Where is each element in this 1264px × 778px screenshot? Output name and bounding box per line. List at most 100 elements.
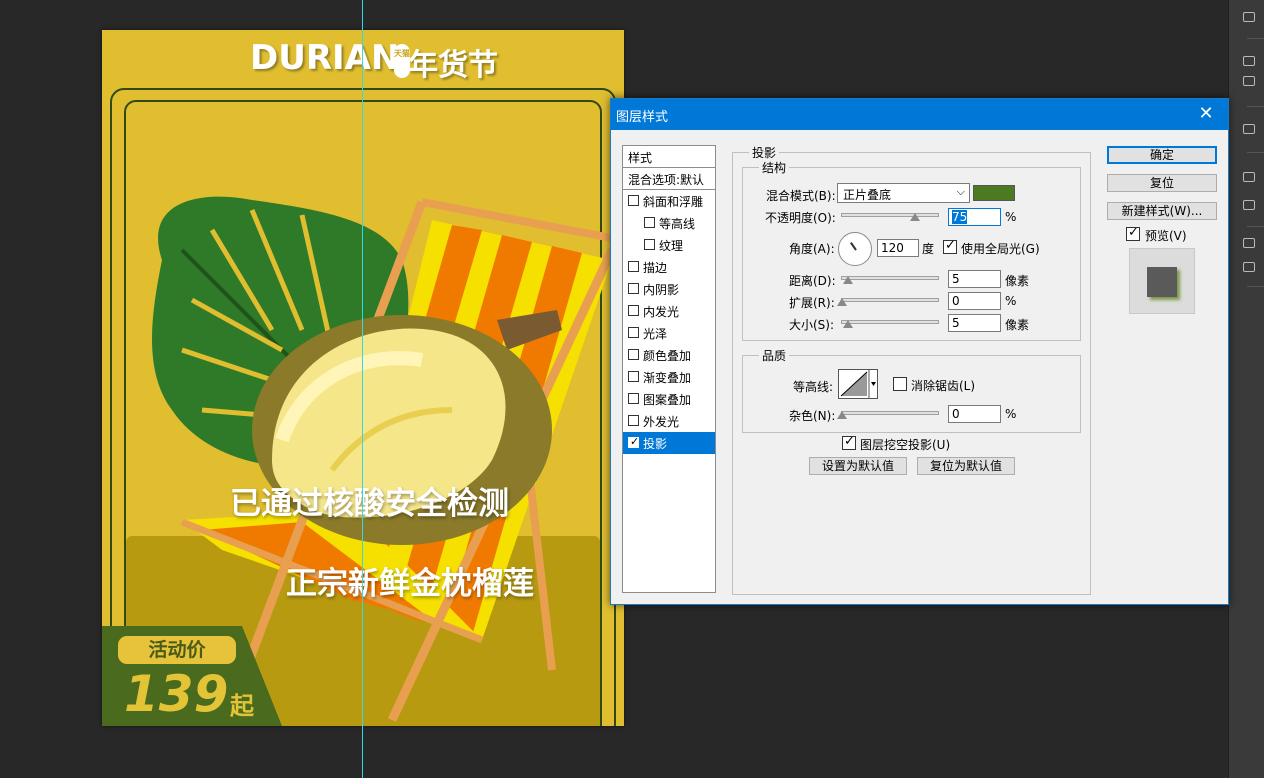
close-icon[interactable]: ✕ xyxy=(1184,99,1228,130)
panel-icon[interactable] xyxy=(1243,124,1255,134)
distance-slider[interactable] xyxy=(841,276,939,280)
style-checkbox[interactable] xyxy=(628,327,639,338)
angle-unit: 度 xyxy=(922,242,935,256)
panel-icon[interactable] xyxy=(1243,56,1255,66)
preview-checkbox[interactable]: ✓ xyxy=(1126,225,1140,241)
blend-options-item[interactable]: 混合选项:默认 xyxy=(623,168,715,190)
distance-slider-thumb[interactable] xyxy=(843,276,853,284)
panel-icon[interactable] xyxy=(1243,262,1255,272)
size-input[interactable]: 5 xyxy=(948,314,1001,332)
opacity-slider[interactable] xyxy=(841,213,939,217)
noise-unit: % xyxy=(1005,407,1017,421)
style-item-label: 投影 xyxy=(643,437,668,451)
panel-icon[interactable] xyxy=(1243,172,1255,182)
style-checkbox[interactable] xyxy=(628,283,639,294)
size-slider-thumb[interactable] xyxy=(843,320,853,328)
set-default-button[interactable]: 设置为默认值 xyxy=(809,457,907,475)
chevron-down-icon: ⌵ xyxy=(956,185,965,198)
knockout-label: 图层挖空投影(U) xyxy=(860,438,951,452)
distance-label: 距离(D): xyxy=(789,274,836,288)
blend-mode-select[interactable]: 正片叠底 ⌵ xyxy=(837,183,970,203)
style-item[interactable]: 渐变叠加 xyxy=(623,366,715,388)
style-item[interactable]: ✓ 投影 xyxy=(623,432,715,454)
style-item[interactable]: 光泽 xyxy=(623,322,715,344)
style-checkbox[interactable] xyxy=(628,371,639,382)
style-checkbox[interactable] xyxy=(628,349,639,360)
style-checkbox[interactable] xyxy=(628,195,639,206)
contour-label: 等高线: xyxy=(793,380,834,394)
style-checkbox[interactable] xyxy=(628,415,639,426)
panel-divider xyxy=(1247,286,1264,287)
ok-button[interactable]: 确定 xyxy=(1107,146,1217,164)
shadow-color-swatch[interactable] xyxy=(973,185,1015,201)
styles-header[interactable]: 样式 xyxy=(623,146,715,168)
style-item[interactable]: 内发光 xyxy=(623,300,715,322)
panel-icon[interactable] xyxy=(1243,238,1255,248)
new-style-button[interactable]: 新建样式(W)... xyxy=(1107,202,1217,220)
style-checkbox[interactable] xyxy=(644,217,655,228)
distance-input[interactable]: 5 xyxy=(948,270,1001,288)
style-checkbox[interactable] xyxy=(628,261,639,272)
opacity-slider-thumb[interactable] xyxy=(910,213,920,221)
style-item[interactable]: 图案叠加 xyxy=(623,388,715,410)
poster-canvas[interactable]: DURIAN 天猫 年货节 已通过核酸安全检测 正宗新鲜金枕榴莲 活动价 139… xyxy=(102,30,624,726)
angle-label: 角度(A): xyxy=(789,242,835,256)
style-checkbox[interactable]: ✓ xyxy=(628,435,640,448)
noise-slider[interactable] xyxy=(841,411,939,415)
preview-square xyxy=(1147,267,1177,297)
spread-label: 扩展(R): xyxy=(789,296,835,310)
photoshop-workspace: DURIAN 天猫 年货节 已通过核酸安全检测 正宗新鲜金枕榴莲 活动价 139… xyxy=(0,0,1264,778)
style-item[interactable]: 外发光 xyxy=(623,410,715,432)
panel-icon[interactable] xyxy=(1243,200,1255,210)
style-checkbox[interactable] xyxy=(628,305,639,316)
opacity-input[interactable]: 75 xyxy=(948,208,1001,226)
style-item-label: 外发光 xyxy=(643,415,680,429)
style-item[interactable]: 描边 xyxy=(623,256,715,278)
style-item[interactable]: 斜面和浮雕 xyxy=(623,190,715,212)
style-item[interactable]: 纹理 xyxy=(623,234,715,256)
style-checkbox[interactable] xyxy=(644,239,655,250)
dialog-titlebar[interactable]: 图层样式 ✕ xyxy=(611,99,1228,130)
style-items: 斜面和浮雕 等高线 纹理 描边 内阴影 内发光 光泽 颜色叠加 渐变叠加 图案叠加 外发光 ✓ 投影 xyxy=(623,190,715,454)
poster-title-en: DURIAN xyxy=(250,38,400,78)
preview-label: 预览(V) xyxy=(1145,229,1187,243)
spread-slider[interactable] xyxy=(841,298,939,302)
style-item[interactable]: 内阴影 xyxy=(623,278,715,300)
checkmark-icon: ✓ xyxy=(844,434,855,449)
global-light-checkbox[interactable]: ✓ xyxy=(943,238,957,254)
spread-slider-thumb[interactable] xyxy=(837,298,847,306)
right-panel-strip xyxy=(1228,0,1264,778)
panel-icon[interactable] xyxy=(1243,76,1255,86)
noise-input[interactable]: 0 xyxy=(948,405,1001,423)
checkmark-icon: ✓ xyxy=(630,435,640,448)
poster-tagline-1: 已通过核酸安全检测 xyxy=(230,486,509,522)
distance-unit: 像素 xyxy=(1005,274,1030,288)
angle-dial[interactable] xyxy=(838,232,872,266)
contour-picker[interactable] xyxy=(838,369,878,399)
guide-line[interactable] xyxy=(362,0,363,778)
style-checkbox[interactable] xyxy=(628,393,639,404)
panel-icon[interactable] xyxy=(1243,12,1255,22)
knockout-checkbox[interactable]: ✓ xyxy=(842,434,856,450)
style-item-label: 光泽 xyxy=(643,327,668,341)
noise-slider-thumb[interactable] xyxy=(837,411,847,419)
noise-label: 杂色(N): xyxy=(789,409,836,423)
size-slider[interactable] xyxy=(841,320,939,324)
style-item[interactable]: 等高线 xyxy=(623,212,715,234)
style-item-label: 内阴影 xyxy=(643,283,680,297)
reset-default-button[interactable]: 复位为默认值 xyxy=(917,457,1015,475)
poster-tagline-2: 正宗新鲜金枕榴莲 xyxy=(286,566,534,602)
blend-mode-value: 正片叠底 xyxy=(843,188,892,202)
quality-label: 品质 xyxy=(759,347,790,364)
panel-divider xyxy=(1247,152,1264,153)
price-label: 活动价 xyxy=(118,636,236,664)
style-item[interactable]: 颜色叠加 xyxy=(623,344,715,366)
spread-input[interactable]: 0 xyxy=(948,292,1001,310)
reset-button[interactable]: 复位 xyxy=(1107,174,1217,192)
opacity-label: 不透明度(O): xyxy=(765,211,836,225)
angle-input[interactable]: 120 xyxy=(877,239,919,257)
dialog-title: 图层样式 xyxy=(616,110,669,125)
antialias-label: 消除锯齿(L) xyxy=(911,379,976,393)
style-item-label: 斜面和浮雕 xyxy=(643,195,704,209)
antialias-checkbox[interactable] xyxy=(893,377,907,391)
